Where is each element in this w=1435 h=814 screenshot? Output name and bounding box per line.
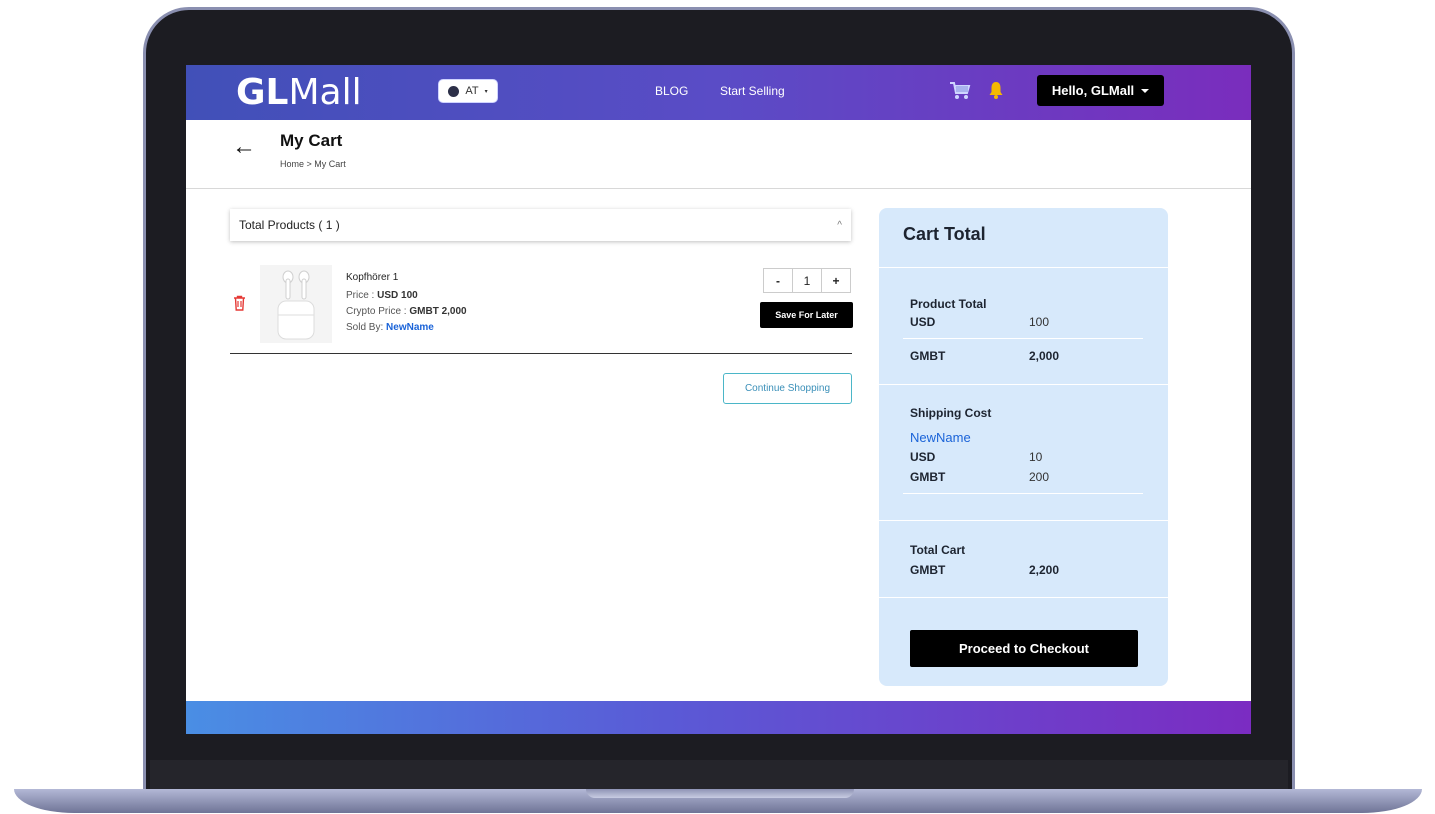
total-cart-gmbt: 2,200 [1029,563,1060,577]
shipping-gmbt: 200 [1029,470,1050,484]
divider [879,267,1168,268]
product-image[interactable] [260,265,332,343]
price-value: USD 100 [377,290,418,301]
globe-icon [448,85,460,97]
product-total-usd: 100 [1029,315,1050,329]
nav-blog-link[interactable]: BLOG [655,84,688,98]
gmbt-label: GMBT [910,349,946,363]
save-for-later-button[interactable]: Save For Later [760,302,853,328]
laptop-notch [586,789,854,798]
product-crypto-price: Crypto Price : GMBT 2,000 [346,306,467,317]
price-label: Price : [346,290,378,301]
page-title: My Cart [280,131,343,150]
logo-light-text: Mall [288,72,362,113]
chevron-down-icon: ▾ [484,88,488,95]
quantity-value[interactable]: 1 [792,269,822,292]
nav-start-selling-link[interactable]: Start Selling [720,84,785,98]
product-total-label: Product Total [910,297,987,311]
seller-link[interactable]: NewName [386,322,434,333]
cart-total-panel: Cart Total Product Total USD 100 GMBT 2,… [879,208,1168,686]
logo-bold-text: GL [236,72,289,113]
footer-bar [186,701,1251,734]
divider [903,493,1143,494]
gmbt-label: GMBT [910,563,946,577]
divider [230,353,852,354]
crypto-price-value: GMBT 2,000 [409,306,467,317]
chevron-up-icon[interactable]: ^ [837,220,842,231]
products-accordion-header[interactable]: Total Products ( 1 ) ^ [230,209,851,241]
product-seller: Sold By: NewName [346,322,434,333]
language-selector[interactable]: AT ▾ [438,79,498,103]
proceed-to-checkout-button[interactable]: Proceed to Checkout [910,630,1138,667]
bell-icon[interactable] [989,81,1003,99]
usd-label: USD [910,450,936,464]
laptop-bezel [150,760,1288,790]
gmbt-label: GMBT [910,470,946,484]
total-cart-label: Total Cart [910,543,966,557]
user-menu-button[interactable]: Hello, GLMall [1037,75,1164,106]
product-total-gmbt: 2,000 [1029,349,1060,363]
crypto-price-label: Crypto Price : [346,306,410,317]
total-products-label: Total Products ( 1 ) [239,218,340,232]
divider [186,188,1251,189]
shipping-cost-label: Shipping Cost [910,406,992,420]
top-navbar: GLMall AT ▾ BLOG Start Selling Hello, GL… [186,65,1251,120]
chevron-down-icon [1141,88,1150,93]
back-arrow-icon[interactable]: ← [232,133,256,161]
language-code: AT [465,85,479,97]
trash-icon[interactable] [233,295,246,311]
shipping-seller-link[interactable]: NewName [910,430,971,445]
cart-total-title: Cart Total [903,224,986,244]
breadcrumb[interactable]: Home > My Cart [280,159,346,169]
increase-button[interactable]: + [822,269,850,292]
divider [903,338,1143,339]
app-screen: GLMall AT ▾ BLOG Start Selling Hello, GL… [186,65,1251,734]
product-name[interactable]: Kopfhörer 1 [346,272,398,283]
continue-shopping-button[interactable]: Continue Shopping [723,373,852,404]
logo[interactable]: GLMall [236,72,362,113]
decrease-button[interactable]: - [764,269,792,292]
user-greeting: Hello, GLMall [1051,83,1135,98]
quantity-stepper: - 1 + [763,268,851,293]
divider [879,597,1168,598]
product-price: Price : USD 100 [346,290,418,301]
divider [879,384,1168,385]
cart-icon[interactable] [949,81,971,101]
shipping-usd: 10 [1029,450,1043,464]
usd-label: USD [910,315,936,329]
sold-by-label: Sold By: [346,322,387,333]
divider [879,520,1168,521]
